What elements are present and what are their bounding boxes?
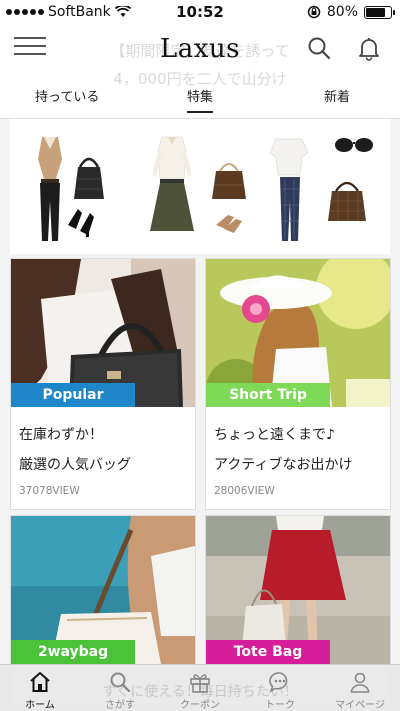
nav-label: さがす — [105, 700, 135, 711]
home-icon — [30, 672, 50, 692]
card-view-count: 28006VIEW — [214, 485, 275, 497]
person-icon — [350, 672, 370, 693]
nav-label: クーポン — [180, 700, 220, 711]
bottom-nav-bar: すぐに使える！毎日持ちたい！ ホーム さがす クーポン トーク マイページ — [0, 664, 400, 711]
tab-new[interactable]: 新着 — [324, 86, 350, 105]
card-title-line1: ちょっと遠くまで♪ — [214, 427, 335, 443]
card-title-line2: 厳選の人気バッグ — [19, 457, 131, 473]
nav-label: トーク — [265, 700, 295, 711]
card-title-line1: 在庫わずか！ — [19, 427, 103, 443]
selected-tab-indicator — [187, 111, 213, 113]
card-tag-popular: Popular — [11, 383, 135, 407]
feature-card-popular[interactable]: Popular 在庫わずか！ 厳選の人気バッグ 37078VIEW — [10, 258, 196, 510]
search-icon — [110, 672, 131, 693]
card-title-line2: アクティブなお出かけ — [214, 457, 353, 473]
search-icon[interactable] — [306, 35, 332, 61]
app-logo[interactable]: Laxus — [0, 34, 400, 64]
chat-icon — [269, 672, 288, 693]
outfit-showcase — [10, 119, 390, 254]
outfit-image-2[interactable] — [140, 129, 260, 244]
nav-search[interactable]: さがす — [80, 665, 160, 711]
nav-label: マイページ — [335, 700, 385, 711]
feature-card-short-trip[interactable]: Short Trip ちょっと遠くまで♪ アクティブなお出かけ 28006VIE… — [205, 258, 391, 510]
nav-talk[interactable]: トーク — [240, 665, 320, 711]
notification-bell-icon[interactable] — [356, 35, 382, 61]
card-tag-tote-bag: Tote Bag — [206, 640, 330, 664]
card-tag-2waybag: 2waybag — [11, 640, 135, 664]
card-tag-short-trip: Short Trip — [206, 383, 330, 407]
nav-coupon[interactable]: クーポン — [160, 665, 240, 711]
nav-home[interactable]: ホーム — [0, 665, 80, 711]
battery-percent: 80% — [326, 4, 358, 20]
nav-mypage[interactable]: マイページ — [320, 665, 400, 711]
tab-bar: 4，000円を二人で山分け 持っている 特集 新着 — [0, 70, 400, 119]
card-view-count: 37078VIEW — [19, 485, 80, 497]
nav-label: ホーム — [25, 700, 55, 711]
battery-icon — [364, 5, 395, 19]
tab-have[interactable]: 持っている — [35, 86, 99, 105]
battery-level — [366, 7, 385, 17]
outfit-image-1[interactable] — [20, 129, 140, 244]
app-header: 【期間限定】友達を誘って Laxus — [0, 24, 400, 72]
gift-icon — [190, 674, 210, 693]
outfit-image-3[interactable] — [260, 129, 380, 244]
tab-feature[interactable]: 特集 — [187, 90, 213, 105]
status-bar: SoftBank 10:52 80% — [0, 0, 400, 24]
rotation-lock-icon — [307, 5, 321, 19]
